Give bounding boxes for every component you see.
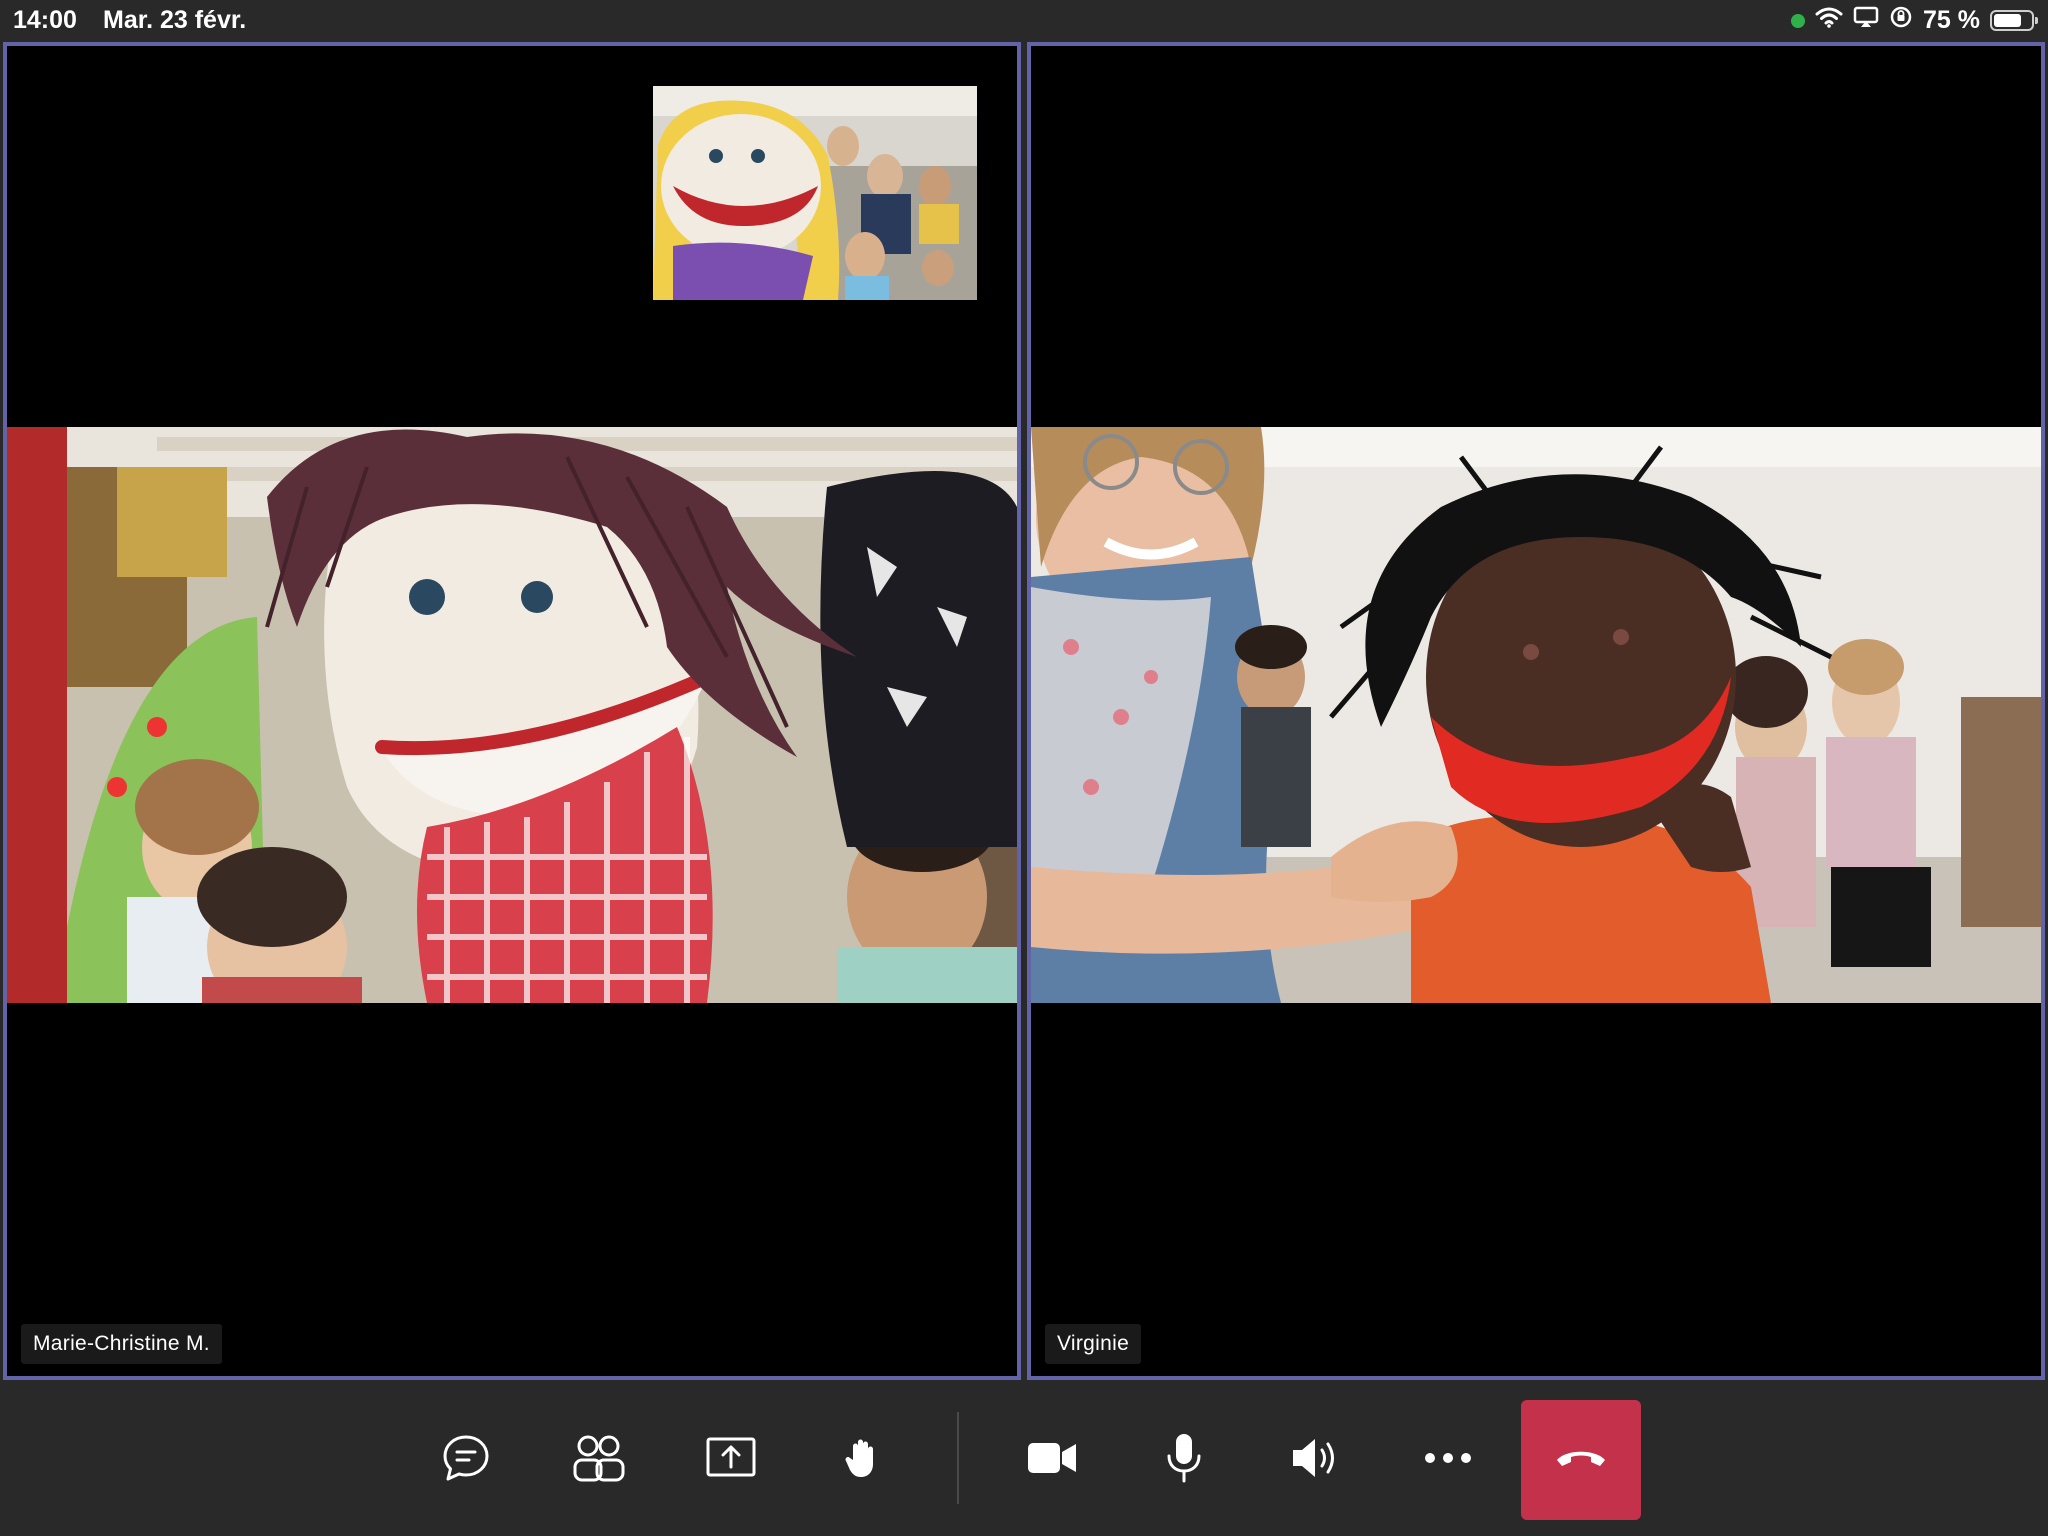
participants-icon xyxy=(571,1432,627,1489)
microphone-icon xyxy=(1164,1432,1204,1489)
battery-fill xyxy=(1994,14,2021,27)
share-screen-button[interactable] xyxy=(671,1400,791,1520)
chat-icon xyxy=(440,1432,492,1489)
battery-icon xyxy=(1990,10,2038,31)
date: Mar. 23 févr. xyxy=(103,6,247,34)
raise-hand-icon xyxy=(844,1436,880,1485)
raise-hand-button[interactable] xyxy=(802,1400,922,1520)
camera-icon xyxy=(1026,1440,1078,1481)
share-screen-icon xyxy=(705,1436,757,1485)
speaker-icon xyxy=(1289,1435,1343,1486)
participant-video xyxy=(7,427,1017,1003)
participants-button[interactable] xyxy=(539,1400,659,1520)
participant-name-tag: Marie-Christine M. xyxy=(21,1324,222,1364)
microphone-toggle-button[interactable] xyxy=(1124,1400,1244,1520)
hang-up-icon xyxy=(1554,1446,1608,1475)
participant-video xyxy=(1031,427,2041,1003)
speaker-button[interactable] xyxy=(1256,1400,1376,1520)
clock: 14:00 xyxy=(13,6,77,34)
self-view-video[interactable] xyxy=(653,86,977,300)
hang-up-button[interactable] xyxy=(1521,1400,1641,1520)
camera-toggle-button[interactable] xyxy=(992,1400,1112,1520)
call-controls-bar xyxy=(0,1382,2048,1536)
battery-percent: 75 % xyxy=(1923,6,1980,34)
status-icons: 75 % xyxy=(1791,5,2038,36)
status-bar: 14:00 Mar. 23 févr. 75 % xyxy=(0,0,2048,40)
more-options-button[interactable] xyxy=(1388,1400,1508,1520)
camera-active-dot-icon xyxy=(1791,13,1806,28)
participant-tile-virginie[interactable]: Virginie xyxy=(1027,42,2045,1380)
chat-button[interactable] xyxy=(406,1400,526,1520)
wifi-icon xyxy=(1815,6,1843,35)
orientation-lock-icon xyxy=(1889,5,1913,36)
participant-name-tag: Virginie xyxy=(1045,1324,1142,1364)
controls-divider xyxy=(957,1412,959,1504)
airplay-icon xyxy=(1853,6,1879,35)
more-icon xyxy=(1424,1451,1472,1469)
participant-tile-marie-christine[interactable]: Marie-Christine M. xyxy=(3,42,1021,1380)
